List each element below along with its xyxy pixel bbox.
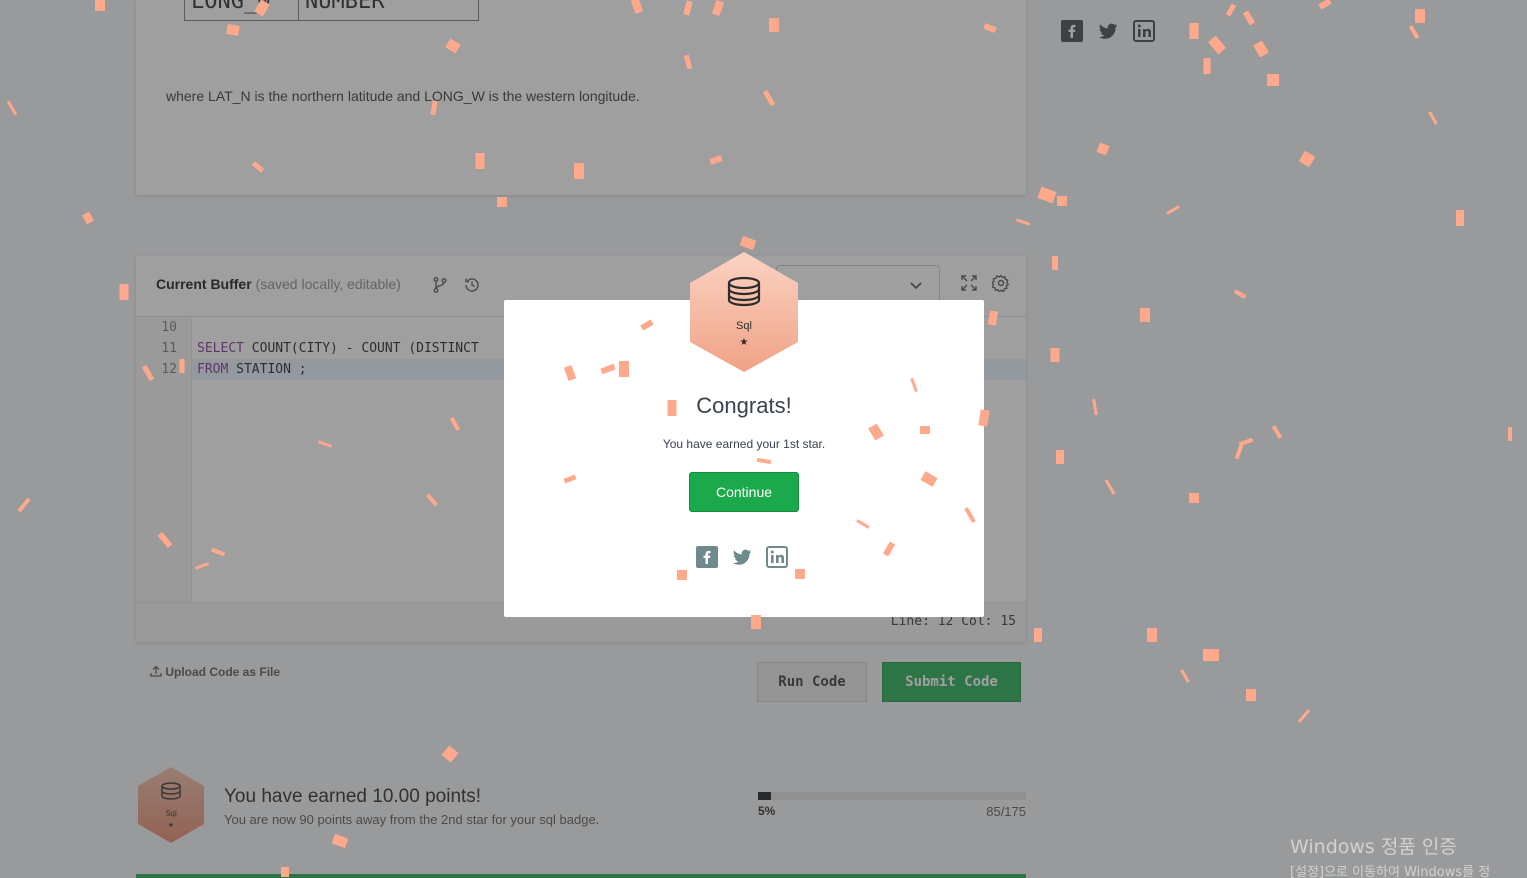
twitter-icon[interactable] — [731, 546, 753, 568]
modal-title: Congrats! — [696, 393, 792, 418]
modal-subtitle: You have earned your 1st star. — [662, 437, 826, 451]
linkedin-icon[interactable] — [766, 546, 788, 568]
watermark-line1: Windows 정품 인증 — [1290, 836, 1457, 858]
modal-share-links — [696, 546, 788, 568]
continue-button[interactable]: Continue — [689, 472, 799, 512]
watermark-line2: [설정]으로 이동하여 Windows를 정 — [1290, 865, 1491, 878]
facebook-icon[interactable] — [696, 546, 718, 568]
windows-activation-watermark: Windows 정품 인증 [설정]으로 이동하여 Windows를 정 — [1290, 832, 1490, 878]
sql-star-badge: Sql ★ — [690, 252, 798, 372]
badge-star: ★ — [740, 337, 749, 348]
badge-label: Sql — [736, 320, 752, 332]
